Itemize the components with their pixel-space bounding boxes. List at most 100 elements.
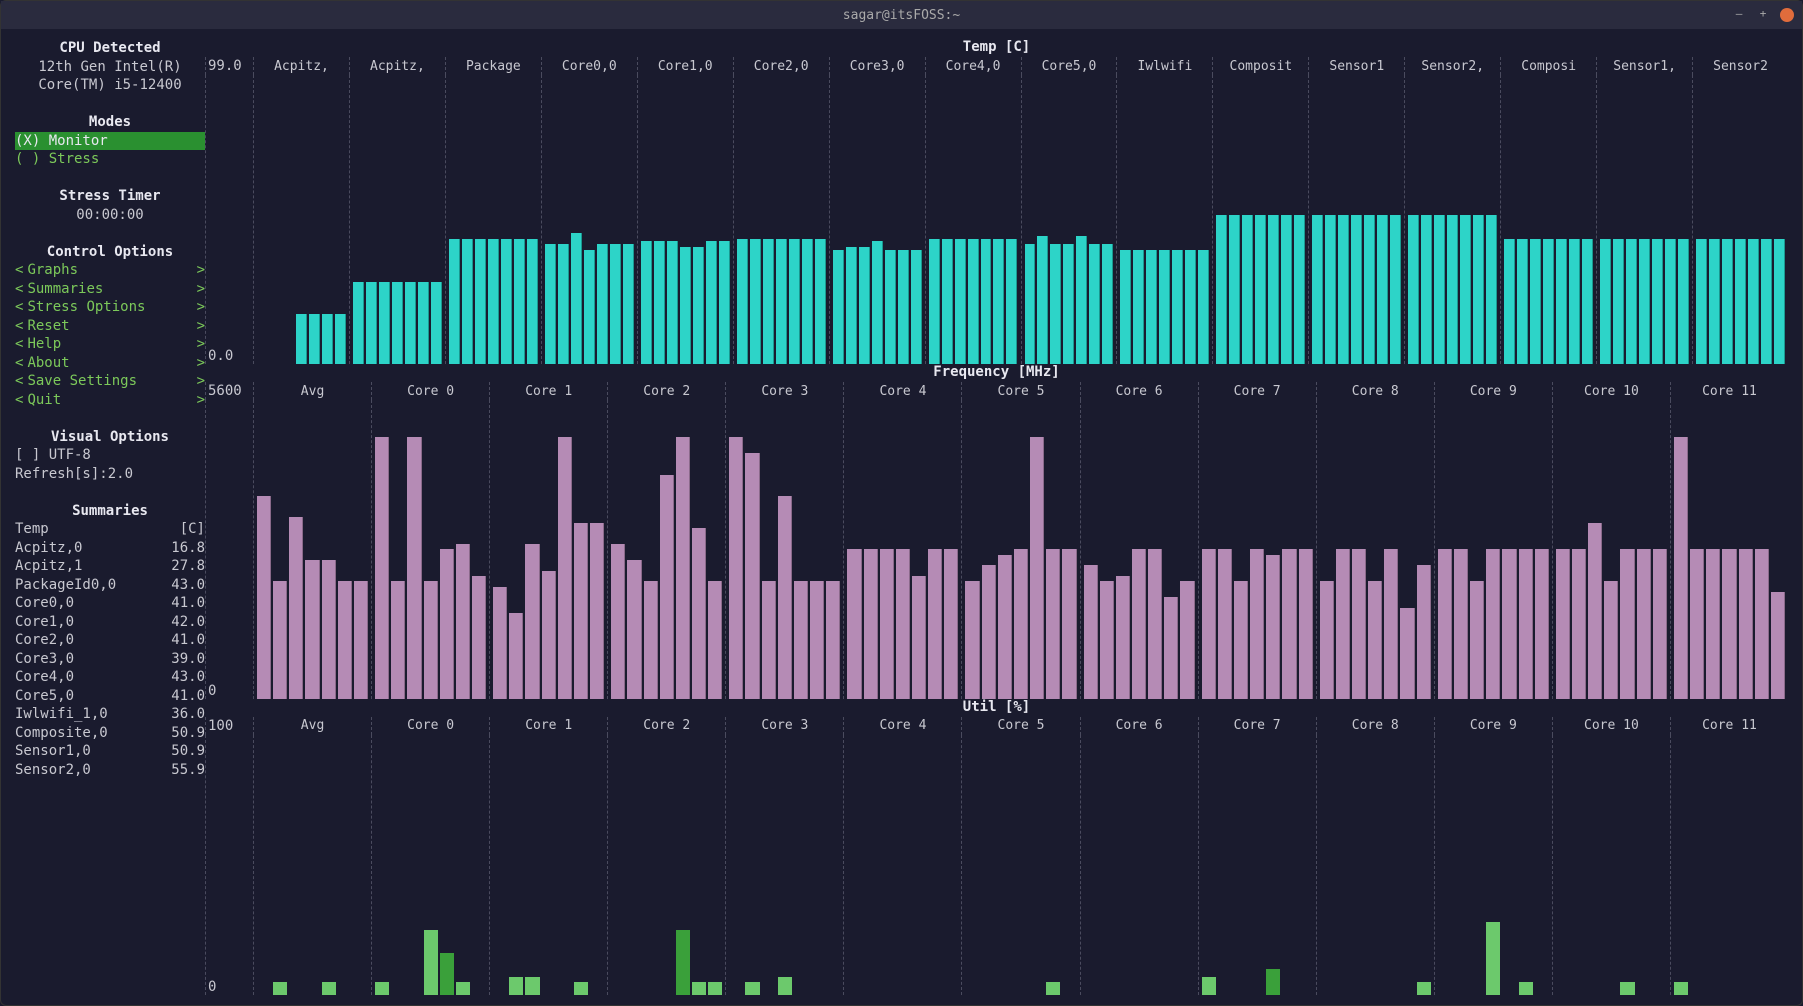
control-option-about[interactable]: <About>: [15, 354, 205, 373]
bar: [1202, 977, 1216, 995]
bar-group: [489, 400, 607, 699]
column-header: Avg: [253, 382, 371, 400]
chart-title: Util [%]: [205, 699, 1788, 717]
control-option-reset[interactable]: <Reset>: [15, 317, 205, 336]
refresh-value[interactable]: Refresh[s]:2.0: [15, 465, 205, 484]
bar: [676, 930, 690, 995]
titlebar[interactable]: sagar@itsFOSS:~ — +: [1, 1, 1802, 29]
column-header: Core 3: [725, 382, 843, 400]
bar: [998, 555, 1012, 699]
bar: [405, 282, 416, 364]
bar: [558, 244, 569, 364]
control-option-summaries[interactable]: <Summaries>: [15, 280, 205, 299]
bar: [1216, 215, 1227, 364]
bar: [493, 587, 507, 699]
bar: [571, 233, 582, 364]
bar: [379, 282, 390, 364]
bar: [1637, 549, 1651, 698]
bar: [322, 560, 336, 699]
bar: [1447, 215, 1458, 364]
bar: [1312, 215, 1323, 364]
bar-group: [1500, 75, 1596, 364]
bar: [1421, 215, 1432, 364]
y-axis-min: 0.0: [205, 75, 253, 364]
bar: [597, 244, 608, 364]
bar: [981, 239, 992, 365]
bar: [1690, 549, 1704, 698]
mode-monitor[interactable]: (X) Monitor: [15, 132, 205, 151]
bar: [693, 247, 704, 364]
stress-timer-header: Stress Timer: [15, 187, 205, 206]
column-header: Acpitz,: [253, 57, 349, 75]
bar: [1535, 549, 1549, 698]
bar: [1198, 250, 1209, 364]
control-option-save-settings[interactable]: <Save Settings>: [15, 372, 205, 391]
bar: [928, 549, 942, 698]
control-option-quit[interactable]: <Quit>: [15, 391, 205, 410]
control-option-help[interactable]: <Help>: [15, 335, 205, 354]
bar: [545, 244, 556, 364]
mode-stress[interactable]: ( ) Stress: [15, 150, 205, 169]
bar: [1234, 581, 1248, 698]
summary-row: Core4,043.0: [15, 668, 205, 687]
bar: [846, 247, 857, 364]
window-title: sagar@itsFOSS:~: [843, 8, 960, 23]
bar: [929, 239, 940, 365]
close-icon[interactable]: [1780, 8, 1794, 22]
bar: [1037, 236, 1048, 364]
bar-group: [541, 75, 637, 364]
bar: [1417, 982, 1431, 995]
bar: [1364, 215, 1375, 364]
bar: [1755, 549, 1769, 698]
column-header: Core1,0: [637, 57, 733, 75]
stress-timer-value: 00:00:00: [15, 206, 205, 225]
bar: [1434, 215, 1445, 364]
summary-row: Core5,041.0: [15, 687, 205, 706]
bar-group: [1198, 735, 1316, 995]
summary-row: Core2,041.0: [15, 631, 205, 650]
bar: [1299, 549, 1313, 698]
bar: [462, 239, 473, 365]
control-option-stress-options[interactable]: <Stress Options>: [15, 298, 205, 317]
bar-group: [1316, 400, 1434, 699]
y-axis-max: 100: [205, 717, 253, 735]
bar-group: [1692, 75, 1788, 364]
y-axis-max: 99.0: [205, 57, 253, 75]
bar: [810, 581, 824, 698]
bar: [1722, 239, 1733, 365]
bar: [1460, 215, 1471, 364]
summary-row: Core0,041.0: [15, 594, 205, 613]
bar: [375, 982, 389, 995]
bar-group: [1434, 400, 1552, 699]
bar: [912, 576, 926, 699]
bar: [1046, 982, 1060, 995]
summary-row: Iwlwifi_1,036.0: [15, 705, 205, 724]
chart-columns: 100AvgCore 0Core 1Core 2Core 3Core 4Core…: [205, 717, 1788, 735]
bar-group: [725, 735, 843, 995]
bar: [667, 241, 678, 364]
bar: [762, 581, 776, 698]
bar-group: [349, 75, 445, 364]
minimize-icon[interactable]: —: [1732, 8, 1746, 22]
bar-group: [371, 400, 489, 699]
bar: [1486, 922, 1500, 995]
maximize-icon[interactable]: +: [1756, 8, 1770, 22]
bar: [1268, 215, 1279, 364]
summary-row: Acpitz,016.8: [15, 539, 205, 558]
bar: [623, 244, 634, 364]
column-header: Core 4: [843, 382, 961, 400]
bar-group: [489, 735, 607, 995]
bar-group: [925, 75, 1021, 364]
bar: [1774, 239, 1785, 365]
bar: [1229, 215, 1240, 364]
bar: [322, 982, 336, 995]
cpu-name-1: 12th Gen Intel(R): [15, 58, 205, 77]
column-header: Core 5: [961, 382, 1079, 400]
utf8-checkbox[interactable]: [ ] UTF-8: [15, 446, 205, 465]
bar-group: [1670, 735, 1788, 995]
bar-group: [1308, 75, 1404, 364]
bar-group: [1404, 75, 1500, 364]
bar: [708, 982, 722, 995]
control-option-graphs[interactable]: <Graphs>: [15, 261, 205, 280]
bar: [611, 544, 625, 699]
